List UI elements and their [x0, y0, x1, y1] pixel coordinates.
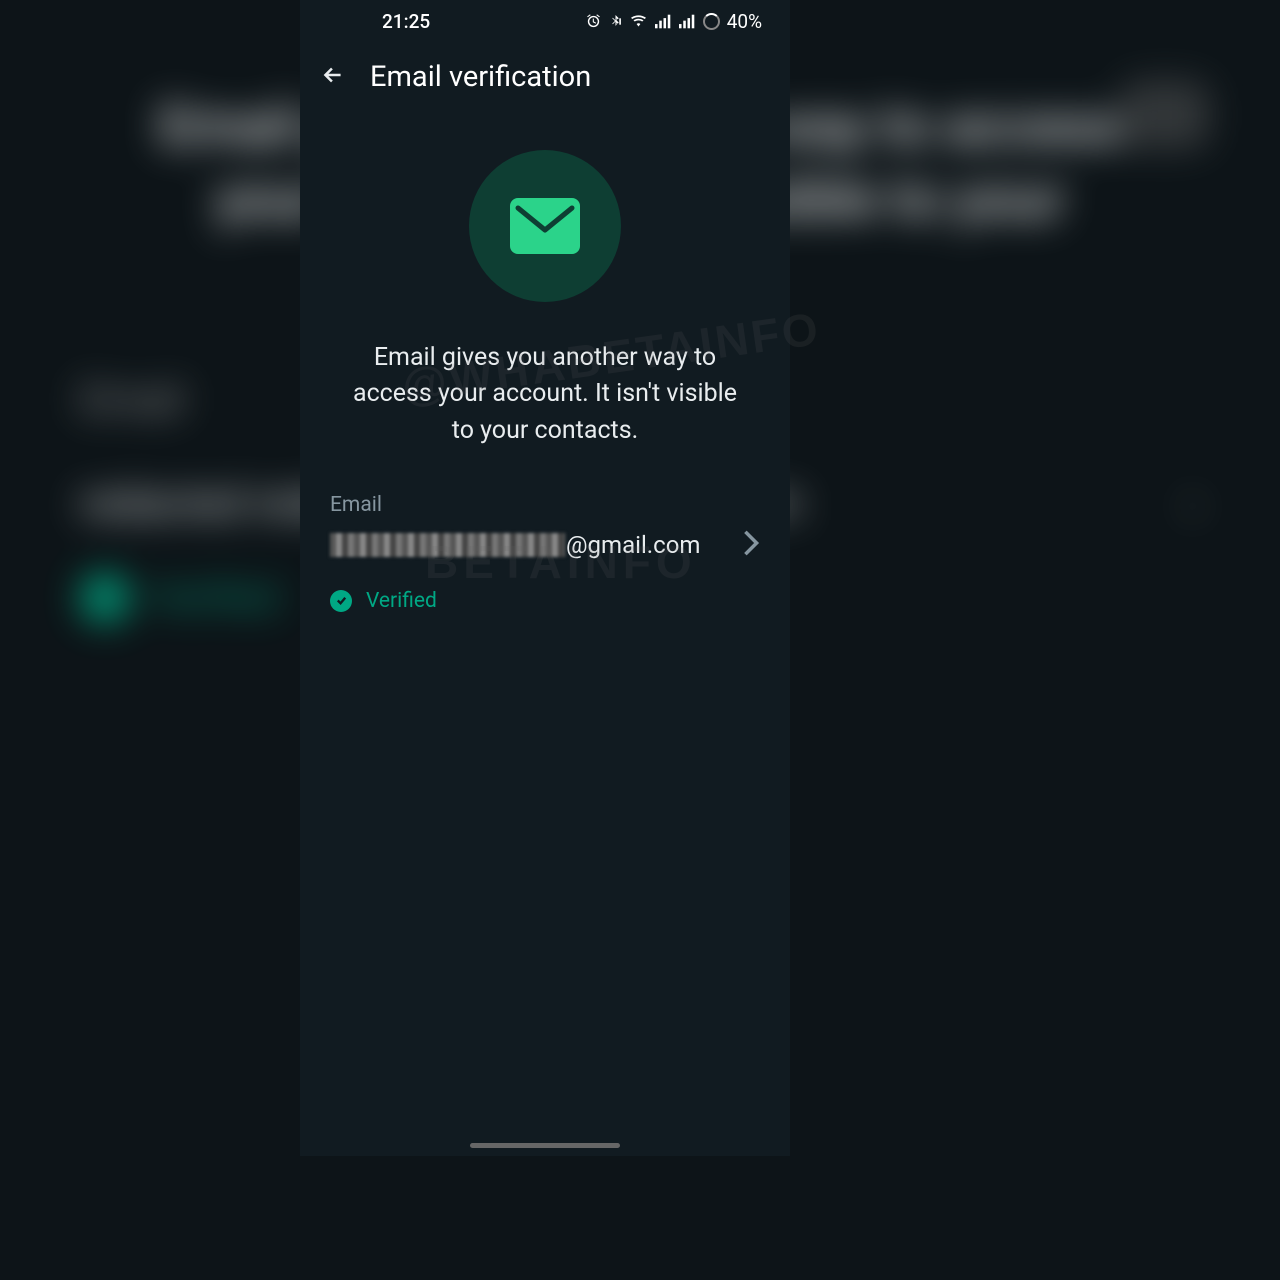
home-indicator[interactable]	[470, 1143, 620, 1148]
page-title: Email verification	[370, 60, 591, 94]
bluetooth-icon	[609, 13, 622, 30]
description-text: Email gives you another way to access yo…	[330, 340, 760, 449]
arrow-left-icon	[320, 62, 346, 88]
battery-ring-icon	[703, 13, 720, 30]
phone-screen: 21:25 40% Email verification Email gives…	[300, 0, 790, 1156]
wifi-icon	[629, 14, 648, 29]
verified-text: Verified	[366, 589, 437, 613]
mail-icon	[510, 198, 580, 254]
check-circle-icon	[330, 590, 352, 612]
email-value: @gmail.com	[330, 531, 700, 559]
back-button[interactable]	[320, 62, 346, 92]
email-row[interactable]: @gmail.com	[330, 529, 760, 561]
signal-icon	[655, 14, 672, 29]
status-bar: 21:25 40%	[300, 0, 790, 42]
verified-status: Verified	[330, 589, 760, 613]
email-suffix: @gmail.com	[566, 531, 700, 559]
hero-mail-badge	[469, 150, 621, 302]
redacted-email-prefix	[330, 533, 565, 557]
app-bar: Email verification	[300, 42, 790, 112]
status-icons: 40%	[585, 10, 762, 33]
signal-icon-2	[679, 14, 696, 29]
alarm-icon	[585, 13, 602, 30]
battery-percent: 40%	[727, 10, 762, 33]
chevron-right-icon	[742, 529, 760, 561]
content-area: Email gives you another way to access yo…	[300, 112, 790, 613]
email-label: Email	[330, 493, 760, 517]
status-time: 21:25	[382, 10, 430, 33]
email-field: Email @gmail.com Verified	[330, 493, 760, 613]
